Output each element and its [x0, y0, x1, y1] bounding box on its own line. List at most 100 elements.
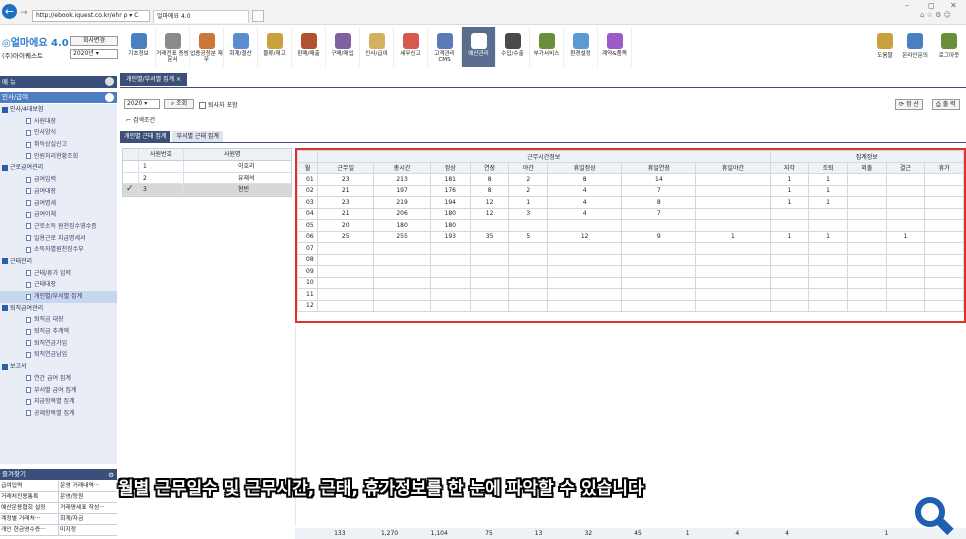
menu-item[interactable]: 일용근로 지급명세서 [0, 233, 117, 245]
toolbar-item-7[interactable]: 인사/급여 [360, 27, 394, 67]
back-icon[interactable]: ← [2, 4, 17, 19]
employee-row[interactable]: 1 이호리 [123, 161, 291, 173]
grid-col-header[interactable]: 외출 [846, 161, 887, 174]
grid-row[interactable]: 10 [297, 276, 964, 289]
help-button[interactable]: 도움말 [868, 27, 902, 67]
favorite-item[interactable]: 급여입력 [0, 481, 58, 491]
section-toggle-icon[interactable] [105, 93, 114, 102]
close-icon[interactable]: ✕ [950, 1, 957, 10]
logout-button[interactable]: 로그아웃 [932, 27, 966, 67]
toolbar-item-11[interactable]: 수입/수출 [496, 27, 530, 67]
grid-row[interactable]: 11 [297, 288, 964, 301]
online-inquiry-button[interactable]: 온라인문의 [898, 27, 932, 67]
grid-row[interactable]: 02 21 197 176 8 2 4 7 1 1 [297, 184, 964, 197]
grid-col-header[interactable]: 휴일야간 [695, 161, 771, 174]
favorite-item[interactable]: 운영/등원 [58, 492, 116, 502]
include-retired-checkbox[interactable]: 퇴사자 포함 [199, 100, 238, 109]
grid-col-header[interactable]: 정상 [429, 161, 471, 174]
menu-item[interactable]: 인원처리현황조회 [0, 151, 117, 163]
grid-row[interactable]: 06 25 255 193 35 5 12 9 1 1 1 1 [297, 230, 964, 243]
favorite-item[interactable]: 회계/자금 [58, 514, 116, 524]
toolbar-item-13[interactable]: 환경설정 [564, 27, 598, 67]
menu-item[interactable]: 개인별/부서별 집계 [0, 291, 117, 303]
toolbar-item-14[interactable]: 계약&품목 [598, 27, 632, 67]
menu-folder[interactable]: 인사/4대보험 [0, 104, 117, 116]
menu-item[interactable]: 소득자별원천징수부 [0, 244, 117, 256]
search-button[interactable]: ⌕ 조회 [164, 99, 194, 109]
grid-col-header[interactable]: 결근 [885, 161, 926, 174]
grid-row[interactable]: 03 23 219 194 12 1 4 8 1 1 [297, 196, 964, 209]
favorite-item[interactable]: 거래명세표 작성··· [58, 503, 116, 513]
toolbar-item-2[interactable]: 업종공정분 재무 [190, 27, 224, 67]
favorite-item[interactable]: 계정별 거래처··· [0, 514, 58, 524]
grid-row[interactable]: 04 21 206 180 12 3 4 7 [297, 207, 964, 220]
menu-item[interactable]: 지급항목별 집계 [0, 396, 117, 408]
change-company-button[interactable]: 회사변경 [70, 36, 118, 46]
forward-icon[interactable]: → [20, 8, 28, 18]
toolbar-item-4[interactable]: 물류/재고 [258, 27, 292, 67]
tab-department-attendance[interactable]: 부서별 근태 집계 [172, 131, 223, 142]
grid-row[interactable]: 09 [297, 265, 964, 278]
grid-col-header[interactable]: 휴가 [924, 161, 964, 174]
grid-col-header[interactable]: 조퇴 [808, 161, 848, 174]
employee-row[interactable]: 2 유재석 [123, 172, 291, 184]
toolbar-item-0[interactable]: 기초정보 [122, 27, 156, 67]
minimize-icon[interactable]: – [905, 1, 909, 10]
grid-col-header[interactable]: 야간 [508, 161, 549, 174]
menu-folder[interactable]: 근태관리 [0, 256, 117, 268]
menu-item[interactable]: 퇴직금 대장 [0, 314, 117, 326]
tab-close-icon[interactable]: × [176, 76, 181, 83]
grid-col-header[interactable]: 총시간 [373, 161, 431, 174]
tab-attendance-summary[interactable]: 개인별/부서별 집계 × [120, 73, 188, 86]
address-bar[interactable]: http://ebook.iquest.co.kr/ehr ρ ▾ C [32, 10, 150, 22]
menu-item[interactable]: 급여이체 [0, 209, 117, 221]
toolbar-item-3[interactable]: 회계/결산 [224, 27, 258, 67]
menu-item[interactable]: 부서별 급여 집계 [0, 385, 117, 397]
menu-item[interactable]: 급여입력 [0, 174, 117, 186]
favorite-item[interactable]: 미지정 [58, 525, 116, 535]
toolbar-item-10[interactable]: 예산관리 [462, 27, 496, 67]
year-select[interactable]: 2020년 ▾ [70, 49, 118, 59]
menu-item[interactable]: 인사양식 [0, 127, 117, 139]
employee-row[interactable]: ✓ 3 현빈 [123, 184, 291, 196]
grid-col-header[interactable]: 월 [297, 161, 318, 174]
favorite-item[interactable]: 개인 현금영수증··· [0, 525, 58, 535]
row-checkbox[interactable] [123, 172, 139, 183]
toolbar-item-1[interactable]: 거래전표 증빙문서 [156, 27, 190, 67]
grid-row[interactable]: 12 [297, 299, 964, 312]
row-checkbox[interactable] [123, 161, 139, 172]
grid-row[interactable]: 07 [297, 242, 964, 255]
menu-item[interactable]: 퇴직연금가입 [0, 338, 117, 350]
favorite-item[interactable]: 예산운용협회 설정 [0, 503, 58, 513]
toolbar-item-5[interactable]: 판매/매출 [292, 27, 326, 67]
year-filter-select[interactable]: 2020 ▾ [124, 99, 160, 109]
toolbar-item-12[interactable]: 부가서비스 [530, 27, 564, 67]
grid-row[interactable]: 01 23 213 181 8 2 8 14 1 1 [297, 173, 964, 186]
browser-tab[interactable]: 얼마에요 4.0 [153, 10, 249, 23]
row-checkbox[interactable]: ✓ [123, 184, 139, 195]
menu-item[interactable]: 급여명세 [0, 198, 117, 210]
grid-col-header[interactable]: 휴일정상 [547, 161, 623, 174]
menu-item[interactable]: 공제항목별 집계 [0, 408, 117, 420]
new-tab-icon[interactable] [252, 10, 264, 22]
favorite-item[interactable]: 운영 거래내역··· [58, 481, 116, 491]
menu-folder[interactable]: 보고서 [0, 361, 117, 373]
menu-folder[interactable]: 근로급여관리 [0, 162, 117, 174]
menu-section[interactable]: 인사/급여 [0, 92, 117, 103]
grid-row[interactable]: 05 20 180 180 [297, 219, 964, 232]
menu-folder[interactable]: 퇴직급여관리 [0, 303, 117, 315]
menu-item[interactable]: 연간 급여 집계 [0, 373, 117, 385]
settings-icon[interactable]: ⚙ [108, 470, 114, 481]
menu-collapse-icon[interactable] [105, 77, 114, 86]
toolbar-item-6[interactable]: 구매/매입 [326, 27, 360, 67]
grid-col-header[interactable]: 지각 [769, 161, 810, 174]
grid-col-header[interactable]: 연장 [469, 161, 510, 174]
menu-item[interactable]: 근태대장 [0, 279, 117, 291]
tab-individual-attendance[interactable]: 개인별 근태 집계 [120, 131, 171, 142]
menu-item[interactable]: 급여대장 [0, 186, 117, 198]
settle-button[interactable]: ⟳ 정 산 [895, 99, 923, 110]
menu-item[interactable]: 사원대장 [0, 116, 117, 128]
print-button[interactable]: ⎙ 출 력 [932, 99, 960, 110]
browser-icons[interactable]: ⌂ ☆ ⚙ ☺ [920, 11, 951, 19]
favorite-item[interactable]: 거래처전용통록 [0, 492, 58, 502]
